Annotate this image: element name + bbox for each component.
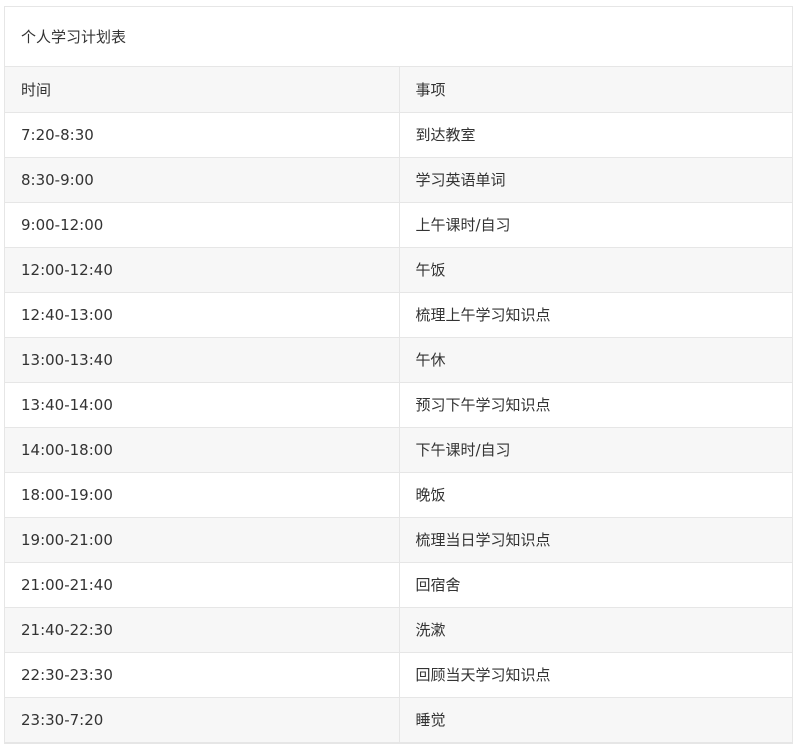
header-item: 事项 <box>398 67 792 113</box>
table-row: 12:00-12:40 午饭 <box>5 247 792 293</box>
table-row: 8:30-9:00 学习英语单词 <box>5 157 792 203</box>
time-cell: 23:30-7:20 <box>5 697 399 743</box>
item-cell: 回宿舍 <box>398 562 792 608</box>
table-row: 21:40-22:30 洗漱 <box>5 607 792 653</box>
item-cell: 晚饭 <box>398 472 792 518</box>
time-cell: 22:30-23:30 <box>5 652 399 698</box>
time-cell: 19:00-21:00 <box>5 517 399 563</box>
item-cell: 到达教室 <box>398 112 792 158</box>
table-row: 13:00-13:40 午休 <box>5 337 792 383</box>
item-cell: 睡觉 <box>398 697 792 743</box>
time-cell: 12:00-12:40 <box>5 247 399 293</box>
table-header-row: 时间 事项 <box>5 67 792 113</box>
table-row: 9:00-12:00 上午课时/自习 <box>5 202 792 248</box>
time-cell: 12:40-13:00 <box>5 292 399 338</box>
time-cell: 21:00-21:40 <box>5 562 399 608</box>
time-cell: 9:00-12:00 <box>5 202 399 248</box>
time-cell: 18:00-19:00 <box>5 472 399 518</box>
item-cell: 学习英语单词 <box>398 157 792 203</box>
time-cell: 13:00-13:40 <box>5 337 399 383</box>
table-row: 18:00-19:00 晚饭 <box>5 472 792 518</box>
item-cell: 梳理当日学习知识点 <box>398 517 792 563</box>
item-cell: 上午课时/自习 <box>398 202 792 248</box>
item-cell: 梳理上午学习知识点 <box>398 292 792 338</box>
schedule-table: 时间 事项 7:20-8:30 到达教室 8:30-9:00 学习英语单词 9:… <box>5 67 792 743</box>
table-row: 21:00-21:40 回宿舍 <box>5 562 792 608</box>
table-row: 22:30-23:30 回顾当天学习知识点 <box>5 652 792 698</box>
item-cell: 午饭 <box>398 247 792 293</box>
time-cell: 8:30-9:00 <box>5 157 399 203</box>
item-cell: 午休 <box>398 337 792 383</box>
table-row: 7:20-8:30 到达教室 <box>5 112 792 158</box>
table-row: 23:30-7:20 睡觉 <box>5 697 792 743</box>
time-cell: 7:20-8:30 <box>5 112 399 158</box>
time-cell: 21:40-22:30 <box>5 607 399 653</box>
schedule-panel: 个人学习计划表 时间 事项 7:20-8:30 到达教室 8:30-9:00 学… <box>4 6 793 744</box>
table-row: 12:40-13:00 梳理上午学习知识点 <box>5 292 792 338</box>
table-row: 19:00-21:00 梳理当日学习知识点 <box>5 517 792 563</box>
table-row: 14:00-18:00 下午课时/自习 <box>5 427 792 473</box>
time-cell: 13:40-14:00 <box>5 382 399 428</box>
time-cell: 14:00-18:00 <box>5 427 399 473</box>
item-cell: 洗漱 <box>398 607 792 653</box>
item-cell: 预习下午学习知识点 <box>398 382 792 428</box>
item-cell: 下午课时/自习 <box>398 427 792 473</box>
header-time: 时间 <box>5 67 399 113</box>
item-cell: 回顾当天学习知识点 <box>398 652 792 698</box>
table-title: 个人学习计划表 <box>5 7 792 67</box>
table-row: 13:40-14:00 预习下午学习知识点 <box>5 382 792 428</box>
